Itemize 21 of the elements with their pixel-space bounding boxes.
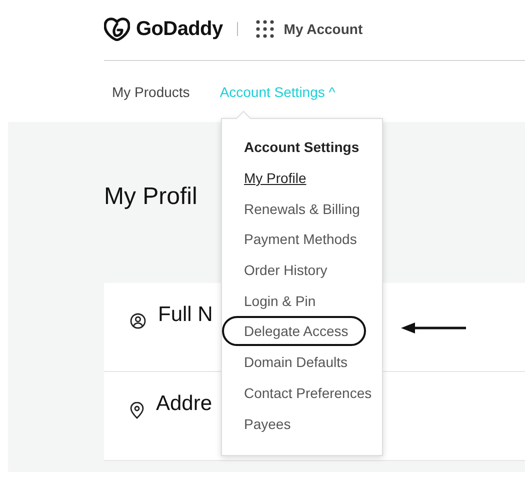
nav-tab[interactable]: My Products (112, 80, 190, 104)
logo-icon (104, 17, 130, 41)
field-label: Addre (156, 392, 212, 416)
menu-item[interactable]: Order History (244, 262, 328, 278)
brand-name[interactable]: GoDaddy (136, 18, 223, 40)
menu-item[interactable]: Renewals & Billing (244, 200, 360, 217)
my-account-title: My Account (284, 21, 363, 37)
menu-item[interactable]: My Profile (244, 170, 306, 186)
apps-grid-icon[interactable] (256, 20, 274, 38)
menu-heading: Account Settings (243, 138, 360, 157)
page-title: My Profil (104, 182, 198, 212)
arrow (401, 322, 466, 334)
field-label: Full N (158, 303, 213, 327)
menu-item[interactable]: Contact Preferences (244, 384, 372, 401)
circled-menu-item[interactable]: Delegate Access (222, 316, 366, 346)
location-pin-icon (130, 402, 144, 419)
person-icon (130, 313, 146, 329)
menu-item[interactable]: Domain Defaults (244, 354, 348, 370)
menu-item[interactable]: Payment Methods (244, 231, 357, 248)
menu-item[interactable]: Login & Pin (244, 292, 316, 309)
menu-item[interactable]: Payees (244, 416, 291, 432)
